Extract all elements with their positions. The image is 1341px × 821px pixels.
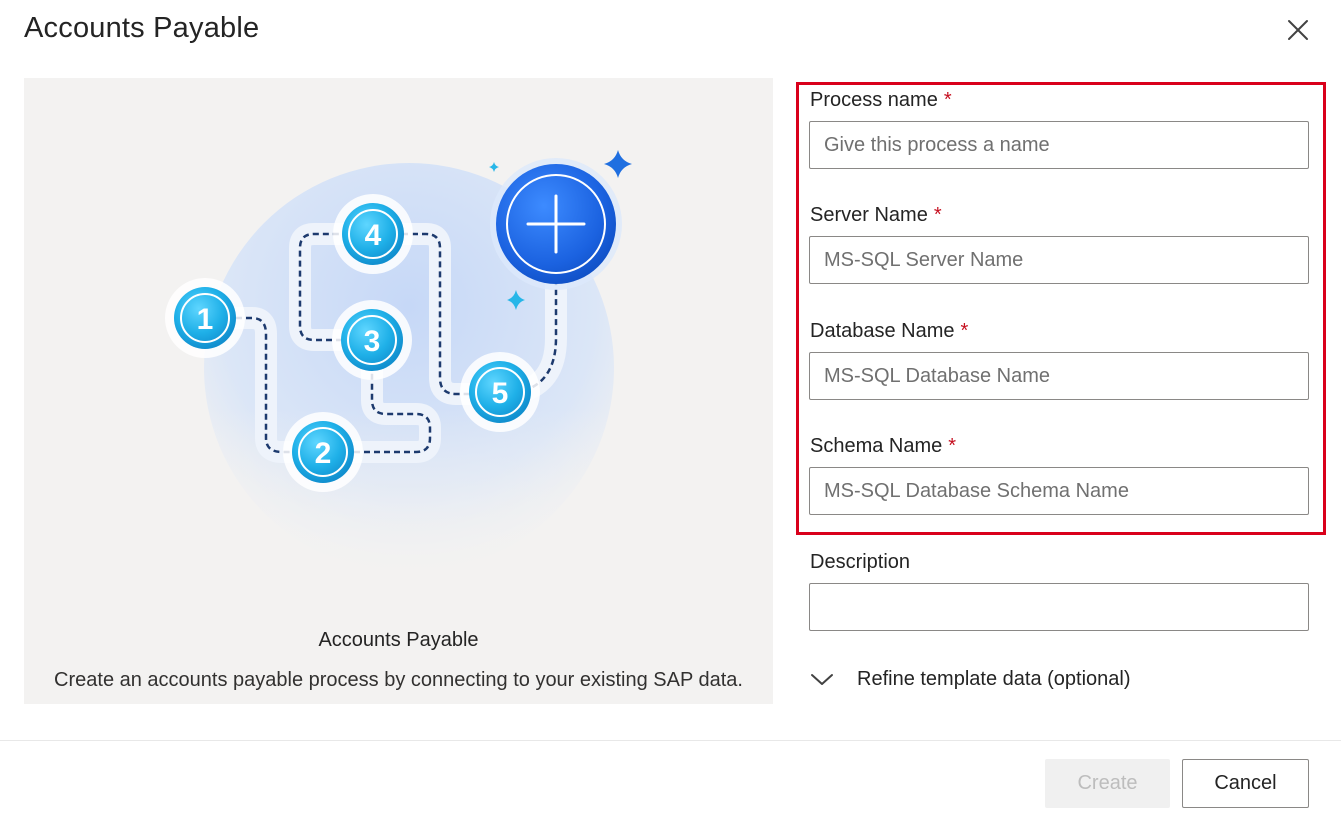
cancel-button[interactable]: Cancel <box>1182 759 1309 808</box>
description-label: Description <box>810 551 911 573</box>
step-5-label: 5 <box>492 377 509 410</box>
process-name-input[interactable] <box>809 121 1309 169</box>
description-input[interactable] <box>809 583 1309 631</box>
footer-divider <box>0 740 1341 741</box>
chevron-down-icon <box>811 674 833 685</box>
process-name-label: Process name * <box>810 89 952 111</box>
close-icon <box>1288 20 1308 40</box>
required-marker: * <box>943 89 952 111</box>
dialog-title: Accounts Payable <box>24 12 260 44</box>
step-3-node: 3 <box>332 300 412 380</box>
required-marker: * <box>948 435 957 457</box>
step-2-node: 2 <box>283 412 363 492</box>
dialog: Accounts Payable 1 2 3 4 5 Accounts Paya… <box>0 0 1341 821</box>
close-button[interactable] <box>1282 14 1314 46</box>
required-marker: * <box>933 204 942 226</box>
template-title: Accounts Payable <box>318 629 479 651</box>
step-1-label: 1 <box>197 303 214 336</box>
refine-template-data-toggle[interactable]: Refine template data (optional) <box>809 662 1131 696</box>
template-description: Create an accounts payable process by co… <box>54 669 743 691</box>
database-name-input[interactable] <box>809 352 1309 400</box>
template-preview-panel: 1 2 3 4 5 Accounts Payable Create an acc… <box>24 78 773 704</box>
required-marker: * <box>960 320 969 342</box>
add-step-plus-icon <box>490 158 622 290</box>
server-name-input[interactable] <box>809 236 1309 284</box>
process-flow-illustration: 1 2 3 4 5 <box>165 150 654 598</box>
step-4-node: 4 <box>333 194 413 274</box>
server-name-label: Server Name * <box>810 204 942 226</box>
step-5-node: 5 <box>460 352 540 432</box>
step-4-label: 4 <box>365 219 382 252</box>
schema-name-label: Schema Name * <box>810 435 957 457</box>
step-1-node: 1 <box>165 278 245 358</box>
step-2-label: 2 <box>315 437 332 470</box>
schema-name-input[interactable] <box>809 467 1309 515</box>
step-3-label: 3 <box>364 325 381 358</box>
refine-template-data-label: Refine template data (optional) <box>857 667 1131 690</box>
database-name-label: Database Name * <box>810 320 969 342</box>
create-button[interactable]: Create <box>1045 759 1170 808</box>
